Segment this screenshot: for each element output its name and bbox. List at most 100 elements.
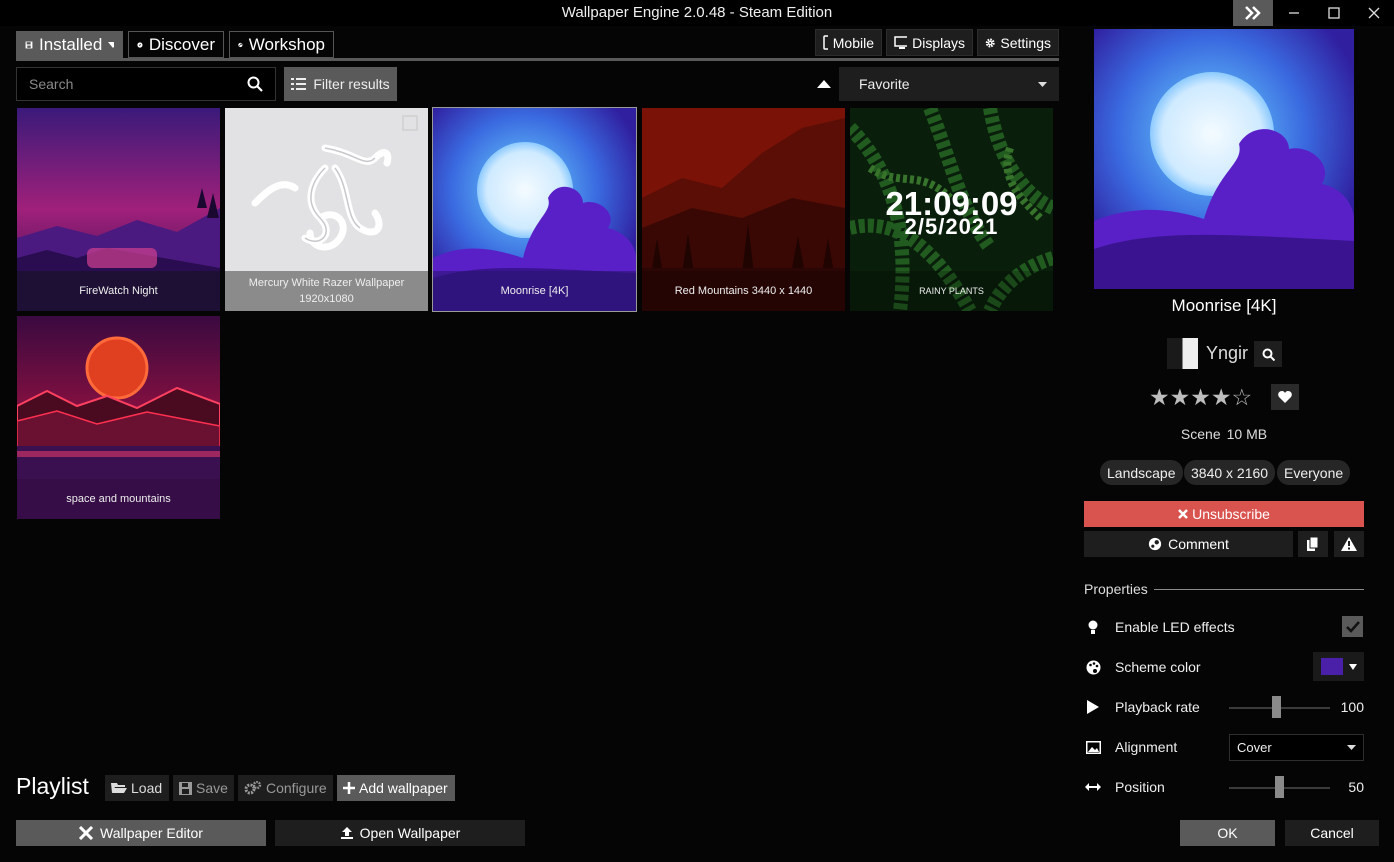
properties-divider — [1154, 589, 1364, 590]
close-button[interactable] — [1354, 0, 1394, 26]
double-chevron-right-icon — [1245, 6, 1261, 20]
tile-title: Red Mountains 3440 x 1440 — [674, 285, 813, 297]
minimize-icon — [1289, 12, 1299, 14]
wallpaper-meta: Scene 10 MB — [1084, 426, 1364, 442]
playlist-add-wallpaper-button[interactable]: Add wallpaper — [337, 775, 455, 801]
alignment-value: Cover — [1237, 740, 1272, 755]
wallpaper-tile-razer[interactable]: Mercury White Razer Wallpaper 1920x1080 — [225, 108, 428, 311]
playback-rate-thumb[interactable] — [1272, 696, 1281, 718]
play-icon — [1085, 699, 1101, 715]
open-wallpaper-label: Open Wallpaper — [359, 825, 461, 841]
alignment-select[interactable]: Cover — [1229, 734, 1364, 761]
search-icon — [1262, 348, 1275, 361]
mobile-label: Mobile — [832, 34, 874, 51]
playlist-title: Playlist — [16, 773, 89, 799]
mobile-icon — [823, 35, 828, 50]
wallpaper-title: Moonrise [4K] — [1171, 296, 1277, 315]
wallpaper-tile-space-mountains[interactable]: space and mountains — [17, 316, 220, 519]
minimize-button[interactable] — [1274, 0, 1314, 26]
palette-icon-shape — [1086, 660, 1100, 674]
tag-chip[interactable]: Everyone — [1277, 460, 1351, 485]
tab-workshop[interactable]: Workshop — [229, 31, 334, 58]
playlist-save-button[interactable]: Save — [173, 775, 234, 801]
arrows-horizontal-icon-shape — [1085, 783, 1101, 791]
alignment-label: Alignment — [1115, 739, 1178, 755]
avatar — [1167, 338, 1198, 369]
playlist-add-label: Add wallpaper — [359, 780, 448, 796]
caret-down-icon — [1038, 81, 1047, 87]
tile-title: FireWatch Night — [79, 285, 158, 297]
tab-discover[interactable]: Discover — [128, 31, 224, 58]
tab-workshop-label: Workshop — [248, 34, 325, 54]
upload-icon — [340, 827, 353, 839]
led-effects-checkbox[interactable] — [1342, 616, 1363, 637]
gears-icon — [244, 781, 262, 795]
tile-caption: Red Mountains 3440 x 1440 — [642, 271, 845, 311]
ok-button[interactable]: OK — [1180, 820, 1275, 846]
position-value: 50 — [1348, 779, 1364, 795]
displays-button[interactable]: Displays — [886, 29, 973, 56]
sort-select[interactable]: Favorite — [839, 67, 1059, 101]
maximize-button[interactable] — [1314, 0, 1354, 26]
moonrise-preview-image — [1094, 29, 1354, 289]
unsubscribe-button[interactable]: Unsubscribe — [1084, 501, 1364, 527]
report-button[interactable] — [1334, 531, 1364, 557]
settings-button[interactable]: Settings — [977, 29, 1059, 56]
cancel-button[interactable]: Cancel — [1285, 820, 1379, 846]
wallpaper-editor-button[interactable]: Wallpaper Editor — [16, 820, 266, 846]
playback-rate-value: 100 — [1340, 699, 1364, 715]
search-icon[interactable] — [247, 76, 263, 92]
tile-title: space and mountains — [66, 493, 171, 505]
checkmark-icon — [1345, 620, 1360, 633]
lightbulb-icon-shape — [1088, 620, 1098, 634]
floppy-icon — [179, 781, 192, 795]
search-input[interactable] — [29, 76, 239, 92]
mobile-button[interactable]: Mobile — [815, 29, 882, 56]
position-label: Position — [1115, 779, 1165, 795]
scheme-color-picker[interactable] — [1313, 652, 1364, 681]
tag-chip[interactable]: 3840 x 2160 — [1184, 460, 1276, 485]
tile-caption: space and mountains — [17, 479, 220, 519]
steam-icon — [1149, 537, 1162, 551]
position-thumb[interactable] — [1275, 776, 1284, 798]
playlist-load-label: Load — [131, 780, 163, 796]
image-icon — [1085, 739, 1101, 755]
filter-list-icon — [291, 78, 307, 90]
wallpaper-tile-moonrise[interactable]: Moonrise [4K] — [432, 107, 637, 312]
favorite-button[interactable] — [1271, 384, 1299, 410]
maximize-icon — [1328, 7, 1340, 19]
heart-icon — [1278, 391, 1292, 403]
image-icon-shape — [1085, 740, 1101, 754]
copy-button[interactable] — [1298, 531, 1328, 557]
tile-title: RAINY PLANTS — [919, 286, 984, 296]
playlist-load-button[interactable]: Load — [105, 775, 169, 801]
comment-button[interactable]: Comment — [1084, 531, 1293, 557]
led-effects-label: Enable LED effects — [1115, 619, 1235, 635]
wallpaper-tile-red-mountains[interactable]: Red Mountains 3440 x 1440 — [642, 108, 845, 311]
sort-direction-button[interactable] — [812, 76, 836, 92]
open-wallpaper-button[interactable]: Open Wallpaper — [275, 820, 525, 846]
author-name: Yngir — [1206, 343, 1249, 363]
caret-down-icon — [1349, 663, 1357, 670]
filter-results-button[interactable]: Filter results — [284, 67, 397, 101]
tools-icon — [79, 826, 94, 840]
collapse-panel-button[interactable] — [1233, 0, 1273, 26]
author-link[interactable]: Yngir — [1167, 338, 1248, 369]
monitor-icon — [894, 35, 908, 49]
tile-title: Moonrise [4K] — [500, 285, 569, 297]
sort-value: Favorite — [859, 76, 910, 92]
playlist-configure-button[interactable]: Configure — [238, 775, 333, 801]
copy-icon — [1307, 537, 1319, 551]
steam-icon — [238, 42, 243, 47]
wallpaper-tile-rainy-plants[interactable]: 21:09:09 2/5/2021 RAINY PLANTS — [850, 108, 1053, 311]
window-title: Wallpaper Engine 2.0.48 - Steam Edition — [561, 4, 833, 21]
play-icon-shape — [1087, 700, 1099, 714]
tab-installed[interactable]: Installed — [16, 31, 123, 58]
author-search-button[interactable] — [1254, 341, 1282, 367]
clock-date: 2/5/2021 — [904, 214, 999, 239]
wallpaper-tile-firewatch[interactable]: FireWatch Night — [17, 108, 220, 311]
properties-title: Properties — [1084, 581, 1148, 597]
gear-icon — [985, 38, 995, 47]
tag-chip[interactable]: Landscape — [1100, 460, 1183, 485]
wallpaper-preview — [1094, 29, 1354, 289]
